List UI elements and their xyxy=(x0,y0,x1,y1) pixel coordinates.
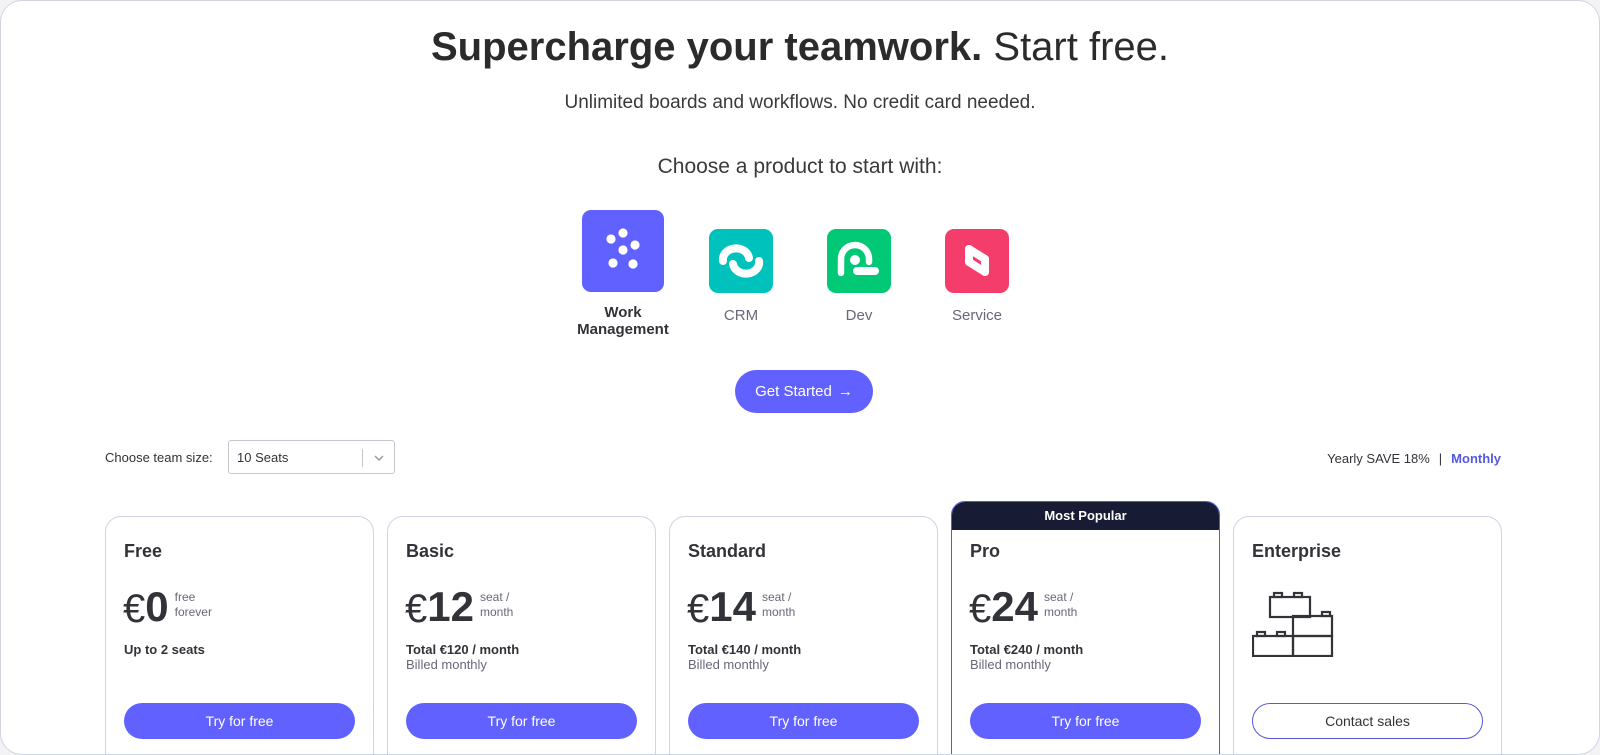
contact-sales-button[interactable]: Contact sales xyxy=(1252,703,1483,739)
plan-price: € 12 seat / month xyxy=(405,583,513,631)
price-amount: 0 xyxy=(145,583,169,630)
price-unit: seat / month xyxy=(1044,590,1077,620)
plan-card-standard: Standard € 14 seat / month Total €140 / m… xyxy=(669,516,938,754)
price-currency: € xyxy=(405,587,428,631)
plan-price: € 24 seat / month xyxy=(969,583,1077,631)
plan-price: € 0 free forever xyxy=(123,583,212,631)
get-started-label: Get Started xyxy=(755,383,832,400)
get-started-button[interactable]: Get Started → xyxy=(735,370,873,413)
plan-billing-note: Billed monthly xyxy=(406,657,487,672)
price-amount: 14 xyxy=(709,583,756,630)
plan-name: Enterprise xyxy=(1252,541,1342,561)
price-unit-line1: seat / xyxy=(479,590,510,604)
plan-total: Total €120 / month xyxy=(406,642,520,657)
product-work-management[interactable]: Work Management xyxy=(563,210,683,338)
product-label: Service xyxy=(951,307,1003,324)
try-for-free-button[interactable]: Try for free xyxy=(406,703,637,739)
plan-name: Basic xyxy=(406,541,455,561)
product-label-line1: Work xyxy=(604,304,642,321)
product-label: Work Management xyxy=(563,304,683,338)
product-service[interactable]: Service xyxy=(917,229,1037,324)
plan-name: Free xyxy=(124,541,163,561)
product-label: Dev xyxy=(845,307,873,324)
hero-title-strong: Supercharge your teamwork. xyxy=(430,25,983,69)
price-unit: free forever xyxy=(175,590,212,620)
price-unit: seat / month xyxy=(762,590,795,620)
price-amount: 24 xyxy=(991,583,1038,630)
price-currency: € xyxy=(687,587,710,631)
price-unit: seat / month xyxy=(480,590,513,620)
hero-subtitle: Unlimited boards and workflows. No credi… xyxy=(564,92,1036,113)
pricing-page: Supercharge your teamwork. Start free. U… xyxy=(0,0,1600,755)
price-currency: € xyxy=(123,587,146,631)
price-unit-line2: month xyxy=(1043,605,1078,619)
team-size-label: Choose team size: xyxy=(105,450,213,465)
plan-total: Up to 2 seats xyxy=(124,642,205,657)
try-for-free-button[interactable]: Try for free xyxy=(688,703,919,739)
plan-billing-note: Billed monthly xyxy=(688,657,769,672)
plan-billing-note: Billed monthly xyxy=(970,657,1051,672)
plan-total: Total €240 / month xyxy=(970,642,1084,657)
crm-icon xyxy=(709,229,773,293)
try-for-free-button[interactable]: Try for free xyxy=(970,703,1201,739)
hero-title-light: Start free. xyxy=(993,25,1170,69)
plan-card-free: Free € 0 free forever Up to 2 seats Try f… xyxy=(105,516,374,754)
team-size-value: 10 Seats xyxy=(237,450,289,465)
work-management-dots-icon xyxy=(582,210,664,292)
billing-monthly-option[interactable]: Monthly xyxy=(1451,451,1501,466)
price-unit-line2: month xyxy=(761,605,796,619)
plan-total: Total €140 / month xyxy=(688,642,802,657)
product-chooser-heading: Choose a product to start with: xyxy=(657,155,943,178)
price-unit-line1: seat / xyxy=(1043,590,1074,604)
select-divider xyxy=(362,449,363,467)
plan-card-basic: Basic € 12 seat / month Total €120 / mont… xyxy=(387,516,656,754)
product-crm[interactable]: CRM xyxy=(681,229,801,324)
plan-price: € 14 seat / month xyxy=(687,583,795,631)
product-dev[interactable]: Dev xyxy=(799,229,919,324)
arrow-right-icon: → xyxy=(837,383,853,400)
chevron-down-icon xyxy=(374,455,384,461)
hero-title: Supercharge your teamwork. Start free. xyxy=(1,25,1599,70)
service-icon xyxy=(945,229,1009,293)
billing-toggle: Yearly SAVE 18% | Monthly xyxy=(1327,451,1501,466)
try-for-free-button[interactable]: Try for free xyxy=(124,703,355,739)
plan-card-pro: Most Popular Pro € 24 seat / month Total … xyxy=(951,501,1220,754)
dev-icon xyxy=(827,229,891,293)
price-currency: € xyxy=(969,587,992,631)
building-blocks-icon xyxy=(1252,591,1334,657)
billing-separator: | xyxy=(1438,451,1443,466)
plan-name: Pro xyxy=(970,541,1001,561)
price-amount: 12 xyxy=(427,583,474,630)
product-label-line2: Management xyxy=(577,321,669,338)
plan-card-enterprise: Enterprise Contact sales xyxy=(1233,516,1502,754)
price-unit-line2: forever xyxy=(174,605,212,619)
price-unit-line1: free xyxy=(174,590,196,604)
team-size-select[interactable]: 10 Seats xyxy=(228,440,395,474)
product-label: CRM xyxy=(723,307,759,324)
price-unit-line1: seat / xyxy=(761,590,792,604)
plan-name: Standard xyxy=(688,541,767,561)
price-unit-line2: month xyxy=(479,605,514,619)
billing-yearly-option[interactable]: Yearly SAVE 18% xyxy=(1327,451,1430,466)
